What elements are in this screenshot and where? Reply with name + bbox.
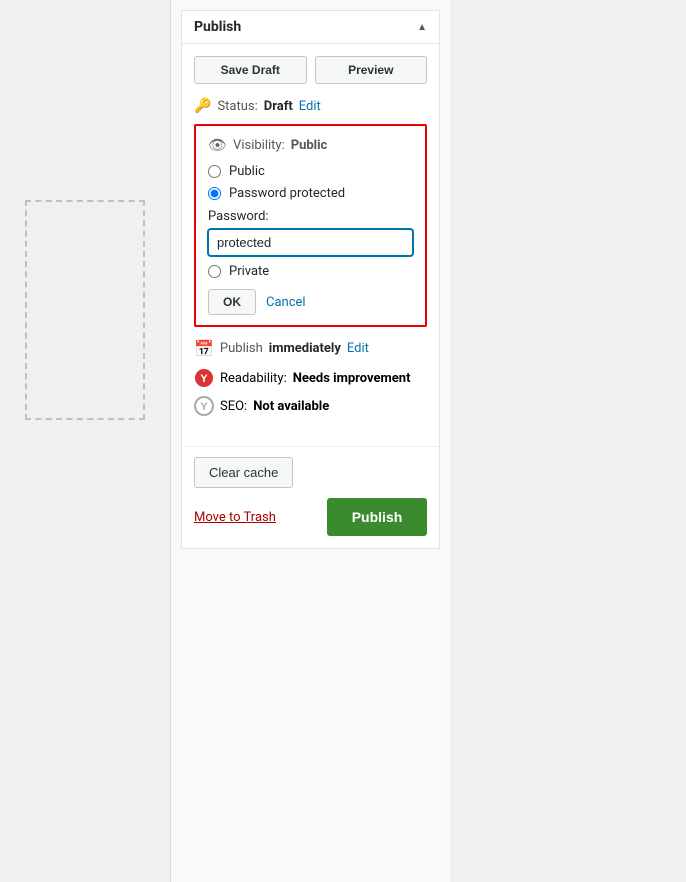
readability-value: Needs improvement [293, 371, 411, 386]
calendar-icon: 📅 [194, 339, 214, 358]
readability-row: Y Readability: Needs improvement [194, 368, 427, 388]
svg-text:Y: Y [200, 401, 208, 413]
publish-panel: Publish ▲ Save Draft Preview 🔑 Status: D… [181, 10, 440, 549]
divider [182, 446, 439, 447]
radio-password-input[interactable] [208, 187, 221, 200]
readability-icon: Y [194, 368, 214, 388]
eye-icon: 👁 [208, 136, 227, 154]
key-icon: 🔑 [194, 98, 211, 114]
radio-password-label: Password protected [229, 186, 345, 201]
password-input[interactable] [208, 229, 413, 256]
visibility-header: 👁 Visibility: Public [208, 136, 413, 154]
dashed-placeholder [25, 200, 145, 420]
bottom-row: Move to Trash Publish [182, 498, 439, 548]
panel-toggle-icon[interactable]: ▲ [417, 22, 427, 33]
password-label: Password: [208, 209, 413, 224]
publish-time-label: Publish [220, 341, 263, 356]
seo-value: Not available [253, 399, 329, 414]
status-edit-link[interactable]: Edit [299, 99, 321, 114]
status-row: 🔑 Status: Draft Edit [194, 98, 427, 114]
publish-time-edit-link[interactable]: Edit [347, 341, 369, 356]
visibility-value: Public [291, 138, 328, 153]
radio-public-input[interactable] [208, 165, 221, 178]
clear-cache-row: Clear cache [182, 457, 439, 498]
left-panel [0, 0, 170, 882]
radio-public-label: Public [229, 164, 265, 179]
readability-label: Readability: [220, 371, 287, 386]
publish-time-value: immediately [269, 341, 341, 356]
ok-cancel-row: OK Cancel [208, 289, 413, 315]
visibility-radio-group: Public Password protected [208, 164, 413, 201]
radio-public[interactable]: Public [208, 164, 413, 179]
panel-body: Save Draft Preview 🔑 Status: Draft Edit … [182, 44, 439, 436]
seo-icon: Y [194, 396, 214, 416]
top-button-row: Save Draft Preview [194, 56, 427, 84]
visibility-label: Visibility: [233, 138, 285, 153]
status-value: Draft [264, 99, 293, 114]
move-to-trash-link[interactable]: Move to Trash [194, 510, 276, 525]
password-section: Password: [208, 209, 413, 256]
status-label: Status: [217, 99, 257, 114]
clear-cache-button[interactable]: Clear cache [194, 457, 293, 488]
publish-time-row: 📅 Publish immediately Edit [194, 339, 427, 358]
cancel-link[interactable]: Cancel [266, 295, 306, 310]
sidebar: Publish ▲ Save Draft Preview 🔑 Status: D… [170, 0, 450, 882]
preview-button[interactable]: Preview [315, 56, 428, 84]
save-draft-button[interactable]: Save Draft [194, 56, 307, 84]
radio-private-group: Private [208, 264, 413, 279]
radio-private[interactable]: Private [208, 264, 413, 279]
publish-button[interactable]: Publish [327, 498, 427, 536]
seo-row: Y SEO: Not available [194, 396, 427, 416]
radio-private-label: Private [229, 264, 269, 279]
radio-password-protected[interactable]: Password protected [208, 186, 413, 201]
panel-header: Publish ▲ [182, 11, 439, 44]
radio-private-input[interactable] [208, 265, 221, 278]
visibility-box: 👁 Visibility: Public Public Password pro… [194, 124, 427, 327]
page-wrapper: Publish ▲ Save Draft Preview 🔑 Status: D… [0, 0, 686, 882]
seo-label: SEO: [220, 399, 247, 414]
panel-title: Publish [194, 19, 241, 35]
svg-text:Y: Y [200, 373, 208, 385]
ok-button[interactable]: OK [208, 289, 256, 315]
